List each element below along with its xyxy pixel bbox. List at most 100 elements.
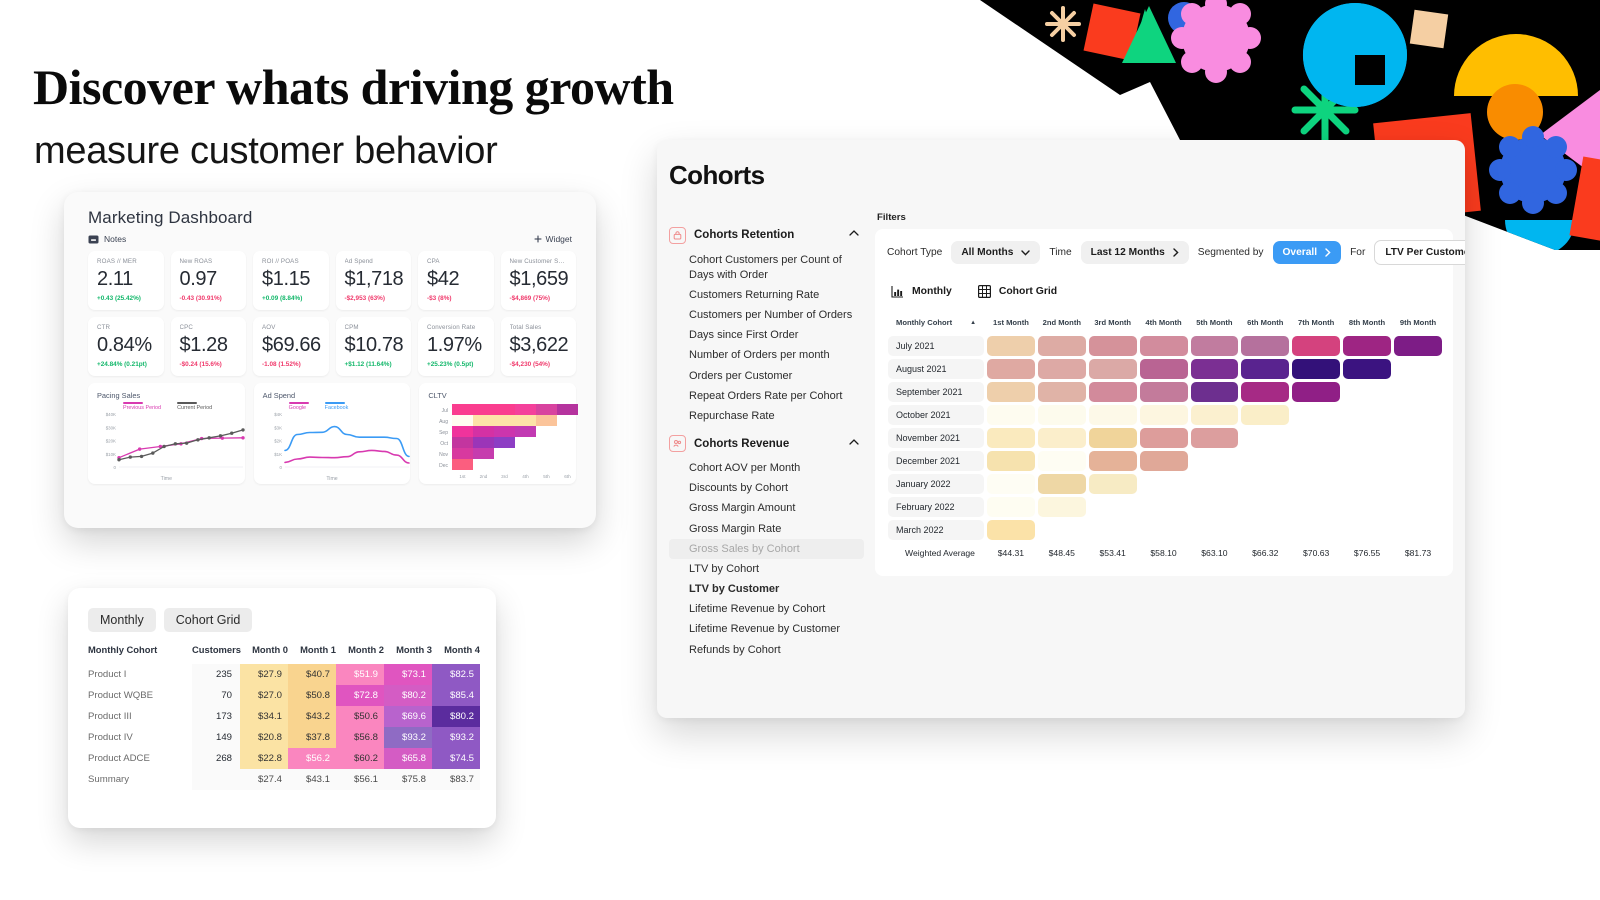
notes-button[interactable]: Notes [88, 234, 126, 244]
ltv-cell[interactable]: $27.9 [240, 664, 288, 685]
cohort-grid-col-header[interactable]: 9th Month [1394, 311, 1442, 333]
ltv-cell[interactable]: $69.6 [384, 706, 432, 727]
cohort-grid-cell[interactable] [1394, 497, 1442, 517]
kpi-card-0[interactable]: CTR 0.84% +24.84% (0.21pt) [88, 317, 164, 376]
ltv-col-header[interactable]: Month 2 [336, 644, 384, 664]
cohort-grid-cell[interactable] [1037, 359, 1086, 379]
ltv-cell[interactable]: $56.2 [288, 748, 336, 769]
kpi-card-1[interactable]: CPC $1.28 -$0.24 (15.6%) [170, 317, 246, 376]
ltv-tab-monthly[interactable]: Monthly [88, 608, 156, 632]
cohort-grid-cell[interactable] [1343, 497, 1391, 517]
cohort-grid-cell[interactable] [1191, 497, 1239, 517]
sidebar-item-days-since-first-order[interactable]: Days since First Order [669, 326, 864, 346]
cohort-grid-cell[interactable] [1139, 336, 1188, 356]
cohort-grid-cell[interactable] [1241, 382, 1290, 402]
cohort-grid-col-header[interactable]: 1st Month [987, 311, 1035, 333]
ltv-cell[interactable]: $82.5 [432, 664, 480, 685]
ltv-cell[interactable]: $93.2 [432, 727, 480, 748]
sidebar-item-customers-per-number-of-orders[interactable]: Customers per Number of Orders [669, 306, 864, 326]
time-select[interactable]: Last 12 Months [1080, 241, 1189, 264]
cohort-grid-cell[interactable] [1190, 428, 1239, 448]
cohort-grid-cell[interactable] [1038, 520, 1086, 540]
add-widget-button[interactable]: Widget [534, 234, 572, 244]
cohort-grid-cell[interactable] [1343, 405, 1391, 425]
cohort-grid-cell[interactable] [1241, 336, 1290, 356]
sidebar-item-gross-margin-rate[interactable]: Gross Margin Rate [669, 519, 864, 539]
cohort-grid-cell[interactable] [1241, 451, 1289, 471]
cohort-grid-cell[interactable] [987, 474, 1035, 494]
ltv-col-header[interactable]: Month 4 [432, 644, 480, 664]
kpi-card-1[interactable]: New ROAS 0.97 -0.43 (30.91%) [170, 251, 246, 310]
cohort-grid-cell[interactable] [1037, 451, 1086, 471]
sidebar-item-orders-per-customer[interactable]: Orders per Customer [669, 366, 864, 386]
ltv-cell[interactable]: $34.1 [240, 706, 288, 727]
cohort-grid-cell[interactable] [1394, 382, 1442, 402]
sidebar-item-repeat-orders-rate-per-cohort[interactable]: Repeat Orders Rate per Cohort [669, 386, 864, 406]
kpi-card-3[interactable]: Ad Spend $1,718 -$2,953 (63%) [335, 251, 411, 310]
segmented-by-select[interactable]: Overall [1272, 241, 1342, 264]
sidebar-item-gross-sales-by-cohort[interactable]: Gross Sales by Cohort [669, 539, 864, 560]
sidebar-item-discounts-by-cohort[interactable]: Discounts by Cohort [669, 479, 864, 499]
ltv-cell[interactable]: $80.2 [432, 706, 480, 727]
sidebar-item-refunds-by-cohort[interactable]: Refunds by Cohort [669, 640, 864, 660]
cohort-grid-cell[interactable] [1088, 405, 1137, 425]
cohort-grid-cell[interactable] [1089, 497, 1137, 517]
sidebar-item-gross-margin-amount[interactable]: Gross Margin Amount [669, 499, 864, 519]
cohort-grid-cell[interactable] [1292, 405, 1340, 425]
cohort-grid-cell[interactable] [1088, 382, 1137, 402]
sidebar-group-cohorts-retention[interactable]: Cohorts Retention [669, 220, 864, 250]
ltv-cell[interactable]: $65.8 [384, 748, 432, 769]
ltv-cell[interactable]: $22.8 [240, 748, 288, 769]
ltv-cell[interactable]: $93.2 [384, 727, 432, 748]
cohort-grid-cell[interactable] [1088, 451, 1137, 471]
ltv-col-header[interactable]: Month 0 [240, 644, 288, 664]
cohort-grid-cell[interactable] [987, 336, 1035, 356]
ltv-col-header[interactable]: Month 3 [384, 644, 432, 664]
ltv-cell[interactable]: $56.8 [336, 727, 384, 748]
ltv-cell[interactable]: $27.0 [240, 685, 288, 706]
ltv-cell[interactable]: $73.1 [384, 664, 432, 685]
cohort-grid-cell[interactable] [1241, 405, 1290, 425]
ltv-col-header[interactable]: Monthly Cohort [88, 644, 192, 664]
sidebar-item-ltv-by-cohort[interactable]: LTV by Cohort [669, 559, 864, 579]
sidebar-item-cohort-aov-per-month[interactable]: Cohort AOV per Month [669, 459, 864, 479]
cohort-grid-cell[interactable] [1292, 520, 1340, 540]
sidebar-item-number-of-orders-per-month[interactable]: Number of Orders per month [669, 346, 864, 366]
ltv-col-header[interactable]: Customers [192, 644, 241, 664]
ltv-cell[interactable]: $20.8 [240, 727, 288, 748]
cohort-grid-cell[interactable] [1191, 520, 1239, 540]
cohort-grid-cell[interactable] [1190, 382, 1239, 402]
sidebar-item-lifetime-revenue-by-customer[interactable]: Lifetime Revenue by Customer [669, 620, 864, 640]
cohort-grid-cell[interactable] [1088, 474, 1137, 494]
kpi-card-0[interactable]: ROAS // MER 2.11 +0.43 (25.42%) [88, 251, 164, 310]
kpi-card-5[interactable]: Total Sales $3,622 -$4,230 (54%) [500, 317, 576, 376]
ltv-cell[interactable]: $72.8 [336, 685, 384, 706]
ad-spend-widget[interactable]: Ad Spend Google Facebook $4K $3K $2K $1K 0 T… [253, 383, 411, 484]
cohort-grid-cell[interactable] [1139, 428, 1188, 448]
cohort-grid-cell[interactable] [987, 520, 1035, 540]
cohort-grid-cell[interactable] [1191, 451, 1239, 471]
ltv-cell[interactable]: $51.9 [336, 664, 384, 685]
cohort-grid-cell[interactable] [1292, 451, 1340, 471]
cohort-grid-cell[interactable] [1088, 336, 1137, 356]
chevron-up-icon[interactable] [848, 226, 860, 244]
ltv-cell[interactable]: $40.7 [288, 664, 336, 685]
cohort-grid-col-header[interactable]: 5th Month [1191, 311, 1239, 333]
ltv-cell[interactable]: $50.8 [288, 685, 336, 706]
cohort-grid-cell[interactable] [1191, 474, 1239, 494]
ltv-cell[interactable]: $85.4 [432, 685, 480, 706]
ltv-tab-cohort-grid[interactable]: Cohort Grid [163, 608, 253, 632]
cohort-type-select[interactable]: All Months [951, 241, 1041, 264]
ltv-cell[interactable]: $37.8 [288, 727, 336, 748]
sort-ascending-icon[interactable]: ▲ [970, 320, 976, 326]
cohort-grid-cell[interactable] [1241, 428, 1289, 448]
pacing-sales-widget[interactable]: Pacing Sales Previous Period Current Per… [88, 383, 245, 484]
cohort-grid-cell[interactable] [1139, 451, 1188, 471]
cohort-grid-cell[interactable] [1140, 520, 1188, 540]
tab-cohort-grid[interactable]: Cohort Grid [977, 285, 1057, 298]
sidebar-item-lifetime-revenue-by-cohort[interactable]: Lifetime Revenue by Cohort [669, 600, 864, 620]
cohort-grid-col-header[interactable]: 8th Month [1343, 311, 1391, 333]
cohort-grid-cell[interactable] [1037, 497, 1086, 517]
cohort-grid-cell[interactable] [987, 451, 1035, 471]
cohort-grid-cell[interactable] [1088, 359, 1137, 379]
